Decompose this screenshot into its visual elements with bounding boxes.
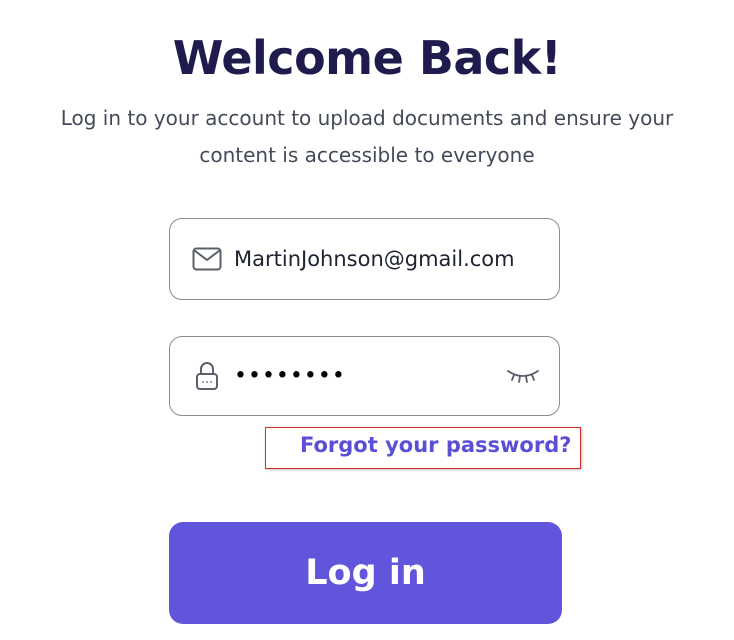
page-title: Welcome Back! xyxy=(172,31,562,85)
page-subtitle: Log in to your account to upload documen… xyxy=(60,106,674,167)
password-field[interactable]: •••••••• xyxy=(169,336,560,416)
mail-icon xyxy=(190,242,224,276)
eye-closed-icon[interactable] xyxy=(505,364,541,388)
email-field[interactable]: MartinJohnson@gmail.com xyxy=(169,218,560,300)
forgot-password-link[interactable]: Forgot your password? xyxy=(300,431,571,459)
email-value[interactable]: MartinJohnson@gmail.com xyxy=(234,247,515,271)
password-value[interactable]: •••••••• xyxy=(234,364,346,389)
login-page: Welcome Back! Log in to your account to … xyxy=(0,0,734,640)
login-button[interactable]: Log in xyxy=(169,522,562,624)
lock-icon xyxy=(190,359,224,393)
